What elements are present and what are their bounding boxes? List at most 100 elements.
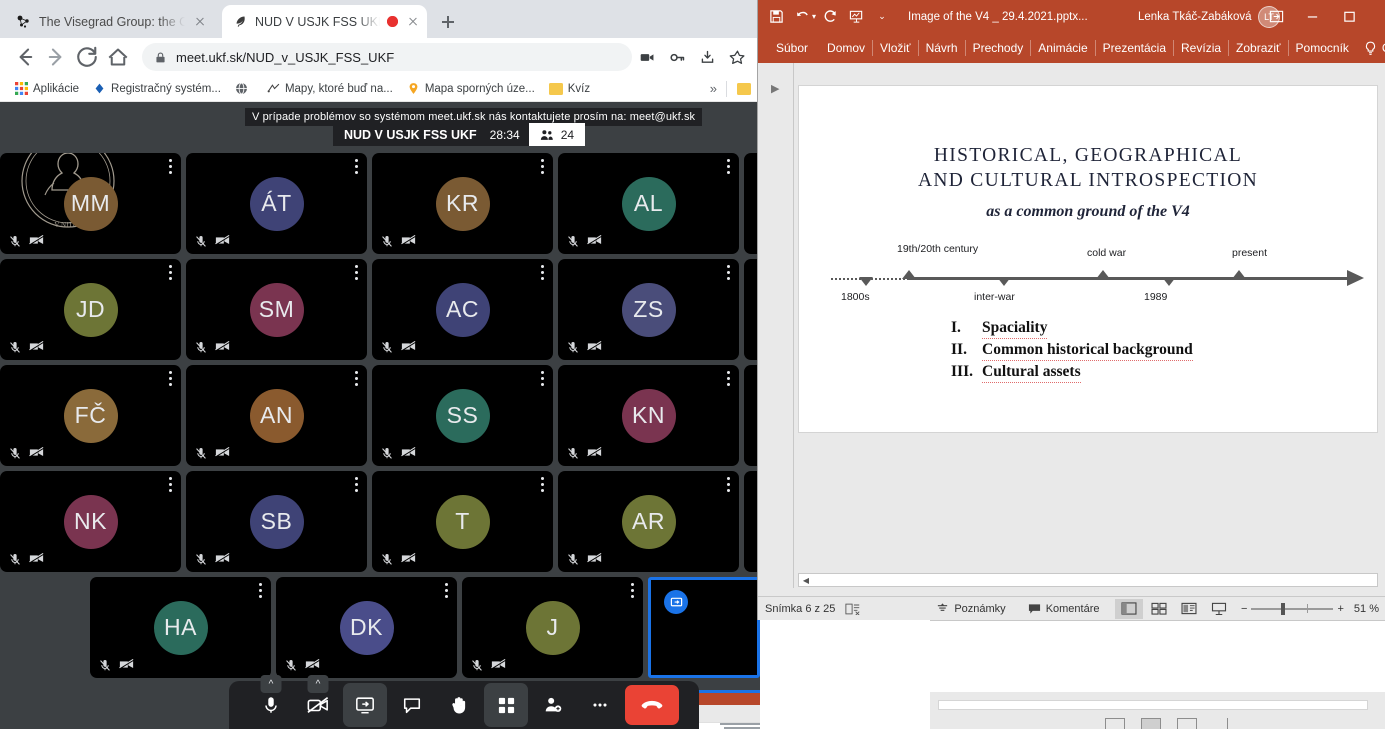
home-button[interactable]	[103, 42, 133, 72]
slide-sorter-icon[interactable]	[1145, 599, 1173, 619]
tile-menu-button[interactable]	[169, 477, 172, 492]
scroll-left-icon[interactable]: ◀	[799, 576, 813, 585]
camera-icon[interactable]	[639, 49, 656, 66]
bookmarks-overflow-button[interactable]: »	[703, 81, 724, 96]
tile-menu-button[interactable]	[355, 371, 358, 386]
tile-menu-button[interactable]	[355, 477, 358, 492]
self-presentation-tile[interactable]	[648, 577, 760, 678]
participant-tile[interactable]: HA	[90, 577, 271, 678]
comments-button[interactable]: Komentáre	[1028, 603, 1100, 615]
participant-tile[interactable]: KN	[558, 365, 739, 466]
tile-menu-button[interactable]	[727, 265, 730, 280]
tile-menu-button[interactable]	[169, 371, 172, 386]
zoom-out-button[interactable]: −	[1241, 603, 1247, 615]
tile-menu-button[interactable]	[169, 265, 172, 280]
zoom-slider[interactable]	[1251, 602, 1334, 615]
bookmark-kviz[interactable]: Kvíz	[543, 80, 596, 98]
participant-tile[interactable]: FČ	[0, 365, 181, 466]
proofing-icon[interactable]	[845, 603, 861, 615]
participant-tile[interactable]: NK	[0, 471, 181, 572]
ribbon-tab-prezentacia[interactable]: Prezentácia	[1096, 40, 1175, 56]
more-button[interactable]	[578, 683, 622, 727]
slideshow-icon[interactable]	[1205, 599, 1233, 619]
tell-me-button[interactable]: Chcem zi	[1356, 41, 1385, 56]
maximize-icon[interactable]	[1334, 3, 1364, 31]
slide-counter[interactable]: Snímka 6 z 25	[765, 603, 835, 615]
invite-button[interactable]	[531, 683, 575, 727]
horizontal-scrollbar[interactable]: ◀	[798, 573, 1378, 587]
participant-tile[interactable]: V NITRE MM	[0, 153, 181, 254]
participant-tile[interactable]: T	[372, 471, 553, 572]
tile-menu-button[interactable]	[727, 477, 730, 492]
bookmark-registracny[interactable]: Registračný systém...	[87, 79, 227, 98]
reading-view-icon[interactable]	[1177, 718, 1197, 729]
expand-pane-icon[interactable]: ▶	[771, 82, 779, 95]
close-icon[interactable]	[192, 14, 208, 30]
slideshow-icon[interactable]	[1227, 718, 1230, 729]
tile-menu-button[interactable]	[541, 265, 544, 280]
camera-button[interactable]: ^	[296, 675, 340, 727]
tile-menu-button[interactable]	[445, 583, 448, 598]
tile-menu-button[interactable]	[631, 583, 634, 598]
undo-icon[interactable]	[790, 5, 814, 29]
slide-sorter-icon[interactable]	[1141, 718, 1161, 729]
share-screen-button[interactable]	[343, 683, 387, 727]
tile-menu-button[interactable]	[727, 371, 730, 386]
bookmark-aplikacie[interactable]: Aplikácie	[9, 79, 85, 98]
participant-tile[interactable]: DK	[276, 577, 457, 678]
reload-button[interactable]	[72, 42, 102, 72]
save-icon[interactable]	[764, 5, 788, 29]
key-icon[interactable]	[669, 49, 686, 66]
chevron-up-icon[interactable]: ^	[260, 675, 282, 693]
chevron-down-icon[interactable]: ▾	[812, 12, 816, 21]
ribbon-tab-zobrazit[interactable]: Zobraziť	[1229, 40, 1289, 56]
ribbon-tab-domov[interactable]: Domov	[820, 40, 874, 56]
present-icon[interactable]	[844, 5, 868, 29]
participant-tile[interactable]: AL	[558, 153, 739, 254]
tile-menu-button[interactable]	[355, 265, 358, 280]
tile-menu-button[interactable]	[727, 159, 730, 174]
chat-button[interactable]	[390, 683, 434, 727]
normal-view-icon[interactable]	[1115, 598, 1144, 619]
chevron-up-icon[interactable]: ^	[307, 675, 329, 693]
ribbon-tab-animacie[interactable]: Animácie	[1031, 40, 1096, 56]
tile-menu-button[interactable]	[541, 477, 544, 492]
notes-button[interactable]: Poznámky	[936, 602, 1006, 615]
forward-button[interactable]	[41, 42, 71, 72]
microphone-button[interactable]: ^	[249, 675, 293, 727]
background-scrollbar[interactable]	[938, 700, 1368, 710]
ribbon-tab-subor[interactable]: Súbor	[760, 40, 820, 56]
participant-tile[interactable]: AN	[186, 365, 367, 466]
participant-tile[interactable]: JD	[0, 259, 181, 360]
star-icon[interactable]	[729, 49, 746, 66]
minimize-icon[interactable]	[1297, 3, 1327, 31]
back-button[interactable]	[10, 42, 40, 72]
raise-hand-button[interactable]	[437, 683, 481, 727]
participant-tile[interactable]: KR	[372, 153, 553, 254]
close-icon[interactable]	[405, 14, 421, 30]
participant-tile[interactable]: ÁT	[186, 153, 367, 254]
hangup-button[interactable]	[625, 685, 679, 725]
redo-icon[interactable]	[818, 5, 842, 29]
browser-tab-1[interactable]: NUD V USJK FSS UKF | UKF M	[222, 5, 427, 38]
ribbon-tab-navrh[interactable]: Návrh	[919, 40, 966, 56]
install-icon[interactable]	[699, 49, 716, 66]
slide-thumbnail-pane[interactable]: ▶	[758, 63, 794, 588]
zoom-level[interactable]: 51 %	[1354, 603, 1379, 615]
normal-view-icon[interactable]	[1105, 718, 1125, 729]
restore-ribbon-icon[interactable]	[1261, 3, 1291, 31]
bookmark-mapy[interactable]: Mapy, ktoré buď na...	[261, 79, 399, 98]
bookmark-globe[interactable]	[229, 79, 259, 98]
ribbon-tab-vlozit[interactable]: Vložiť	[873, 40, 919, 56]
tile-view-button[interactable]	[484, 683, 528, 727]
address-bar[interactable]: meet.ukf.sk/NUD_v_USJK_FSS_UKF	[142, 43, 632, 71]
tile-menu-button[interactable]	[541, 159, 544, 174]
tile-menu-button[interactable]	[259, 583, 262, 598]
participant-tile[interactable]: SB	[186, 471, 367, 572]
folder-icon[interactable]	[737, 82, 751, 95]
zoom-in-button[interactable]: +	[1337, 603, 1343, 615]
tile-menu-button[interactable]	[169, 159, 172, 174]
ribbon-tab-prechody[interactable]: Prechody	[966, 40, 1032, 56]
zoom-slider-thumb[interactable]	[1281, 602, 1286, 615]
reading-view-icon[interactable]	[1175, 599, 1203, 619]
